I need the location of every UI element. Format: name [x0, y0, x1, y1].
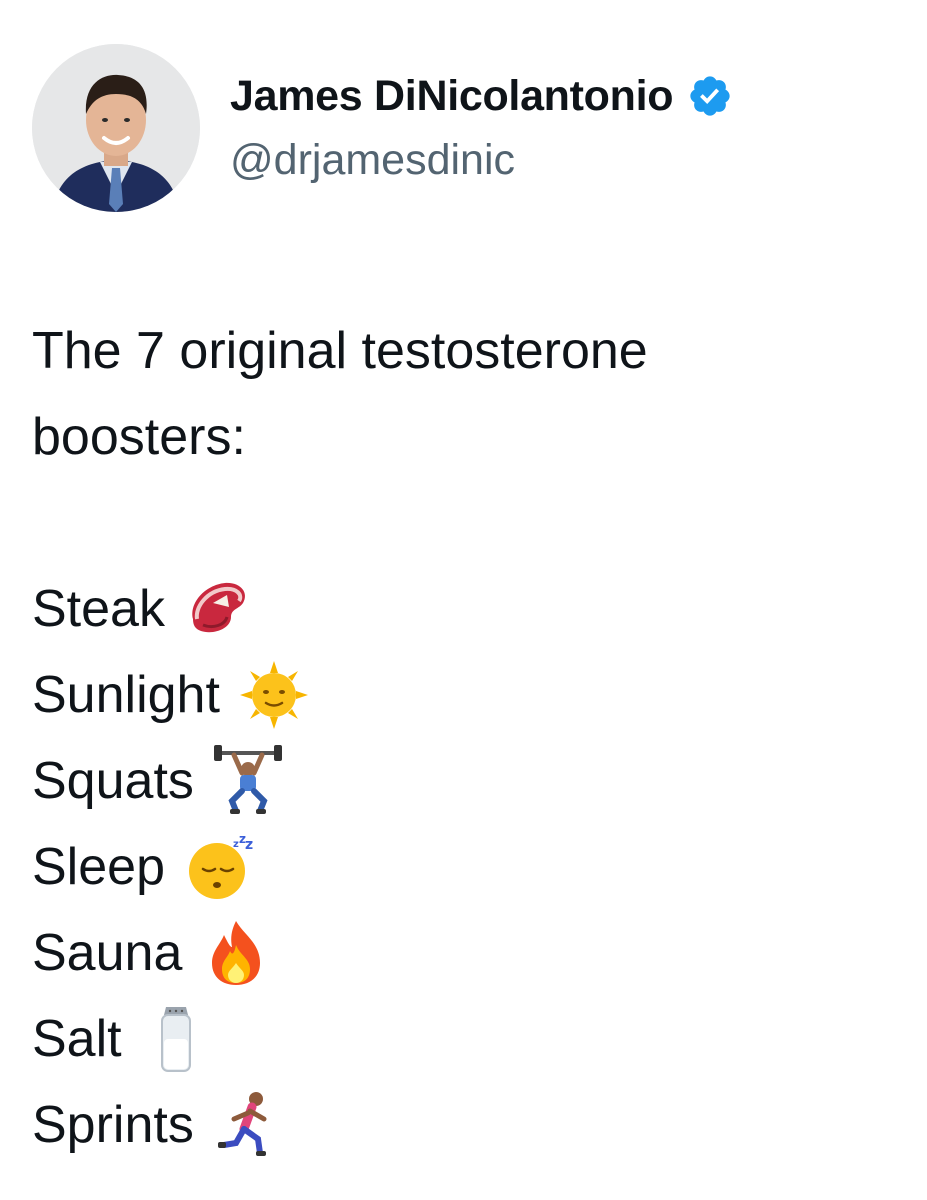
- tweet-intro-line: boosters:: [32, 408, 246, 466]
- runner-icon: [212, 1089, 284, 1161]
- list-item: Sunlight: [32, 652, 892, 738]
- display-name[interactable]: James DiNicolantonio: [230, 72, 674, 121]
- list-item-label: Sprints: [32, 1096, 194, 1154]
- list-item: Squats: [32, 738, 892, 824]
- sun-with-face-icon: [238, 659, 310, 731]
- salt-shaker-icon: [140, 1003, 212, 1075]
- profile-photo: [32, 44, 200, 212]
- avatar[interactable]: [32, 44, 200, 212]
- name-row: James DiNicolantonio: [230, 68, 733, 124]
- list-item-label: Steak: [32, 580, 165, 638]
- verified-badge-icon: [687, 73, 733, 119]
- steak-icon: [183, 573, 255, 645]
- user-handle[interactable]: @drjamesdinic: [230, 136, 515, 185]
- list-item-label: Sunlight: [32, 666, 220, 724]
- list-item-label: Sauna: [32, 924, 183, 982]
- list-item: Salt: [32, 996, 892, 1082]
- tweet-body: The 7 original testosterone boosters: St…: [32, 308, 892, 1168]
- tweet-header: James DiNicolantonio @drjamesdinic: [32, 44, 892, 212]
- svg-text:z: z: [245, 837, 253, 853]
- sleeping-face-icon: z z z: [183, 831, 255, 903]
- list-item-label: Squats: [32, 752, 194, 810]
- list-item-label: Sleep: [32, 838, 165, 896]
- weight-lifter-icon: [212, 745, 284, 817]
- list-item: Steak: [32, 566, 892, 652]
- list-item: Sleep z z z: [32, 824, 892, 910]
- fire-icon: [200, 917, 272, 989]
- list-item-label: Salt: [32, 1010, 122, 1068]
- list-item: Sauna: [32, 910, 892, 996]
- list-item: Sprints: [32, 1082, 892, 1168]
- tweet-intro-line: The 7 original testosterone: [32, 322, 648, 380]
